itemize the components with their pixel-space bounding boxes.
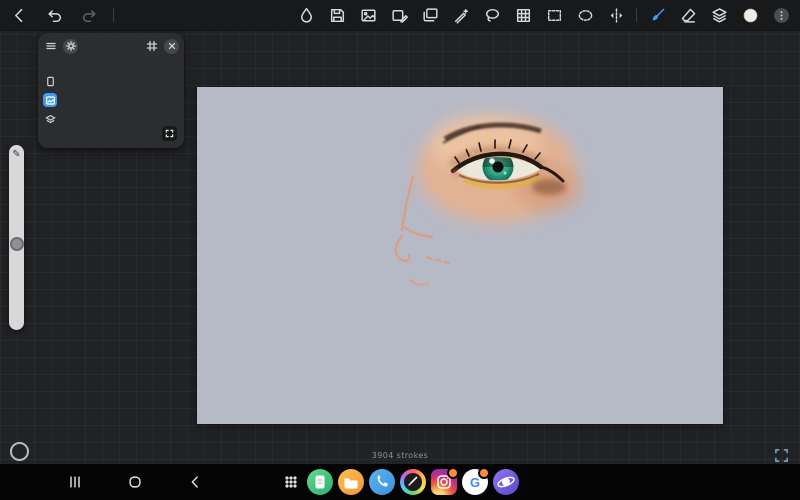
grid-icon[interactable]: [512, 4, 534, 26]
strokes-counter: 3904 strokes: [0, 451, 800, 460]
samsung-internet-app-icon[interactable]: [493, 469, 519, 495]
top-toolbar: [0, 0, 800, 30]
layers-icon[interactable]: [708, 4, 730, 26]
edit-image-icon[interactable]: [388, 4, 410, 26]
drawing-canvas[interactable]: [197, 87, 723, 424]
dock-apps: G: [280, 469, 519, 495]
toolbar-divider: [636, 8, 637, 22]
fluid-icon[interactable]: [295, 4, 317, 26]
ellipse-select-icon[interactable]: [574, 4, 596, 26]
google-app-icon[interactable]: G: [462, 469, 488, 495]
instagram-app-icon[interactable]: [431, 469, 457, 495]
infinite-painter-app-icon[interactable]: [400, 469, 426, 495]
pencil-icon: ✎: [9, 150, 24, 160]
google-letter: G: [470, 476, 480, 489]
notification-badge: [447, 467, 459, 479]
panel-layers-icon[interactable]: [43, 112, 57, 126]
painting: [197, 87, 723, 424]
recents-icon[interactable]: [64, 471, 86, 493]
reference-panel-body: [42, 54, 179, 143]
reference-panel-header: [38, 33, 184, 56]
panel-settings-icon[interactable]: [63, 39, 78, 54]
panel-menu-icon[interactable]: [43, 39, 58, 54]
notes-app-icon[interactable]: [307, 469, 333, 495]
nav-back-icon[interactable]: [184, 471, 206, 493]
reference-side-rail: [42, 54, 58, 143]
slider-knob[interactable]: [10, 237, 24, 251]
panel-grid-icon[interactable]: [144, 39, 159, 54]
my-files-app-icon[interactable]: [338, 469, 364, 495]
system-nav-buttons: [64, 471, 206, 493]
reference-expand-icon[interactable]: [162, 126, 177, 141]
import-image-icon[interactable]: [357, 4, 379, 26]
back-icon[interactable]: [8, 4, 30, 26]
lasso-icon[interactable]: [481, 4, 503, 26]
app-grid-icon[interactable]: [280, 471, 302, 493]
redo-icon[interactable]: [78, 4, 100, 26]
reference-panel: [38, 33, 184, 148]
app-root: ✎ 3904 strokes G: [0, 0, 800, 500]
toolbar-divider: [113, 8, 114, 22]
panel-close-icon[interactable]: [164, 39, 179, 54]
notification-badge: [478, 467, 490, 479]
fullscreen-icon[interactable]: [772, 446, 790, 464]
brush-icon[interactable]: [646, 4, 668, 26]
phone-app-icon[interactable]: [369, 469, 395, 495]
save-icon[interactable]: [326, 4, 348, 26]
home-icon[interactable]: [124, 471, 146, 493]
device-icon[interactable]: [43, 74, 57, 88]
magic-pen-icon[interactable]: [450, 4, 472, 26]
undo-icon[interactable]: [43, 4, 65, 26]
toolbar-left-group: [8, 4, 114, 26]
rect-select-icon[interactable]: [543, 4, 565, 26]
reference-image[interactable]: [61, 54, 179, 143]
eraser-icon[interactable]: [677, 4, 699, 26]
toolbar-right-group: [295, 4, 792, 26]
brush-size-slider[interactable]: ✎: [9, 145, 24, 330]
system-nav-bar: G: [0, 464, 800, 500]
symmetry-icon[interactable]: [605, 4, 627, 26]
gallery-stack-icon[interactable]: [419, 4, 441, 26]
overflow-menu-icon[interactable]: [770, 4, 792, 26]
image-mode-icon[interactable]: [43, 93, 57, 107]
color-swatch-icon[interactable]: [739, 4, 761, 26]
